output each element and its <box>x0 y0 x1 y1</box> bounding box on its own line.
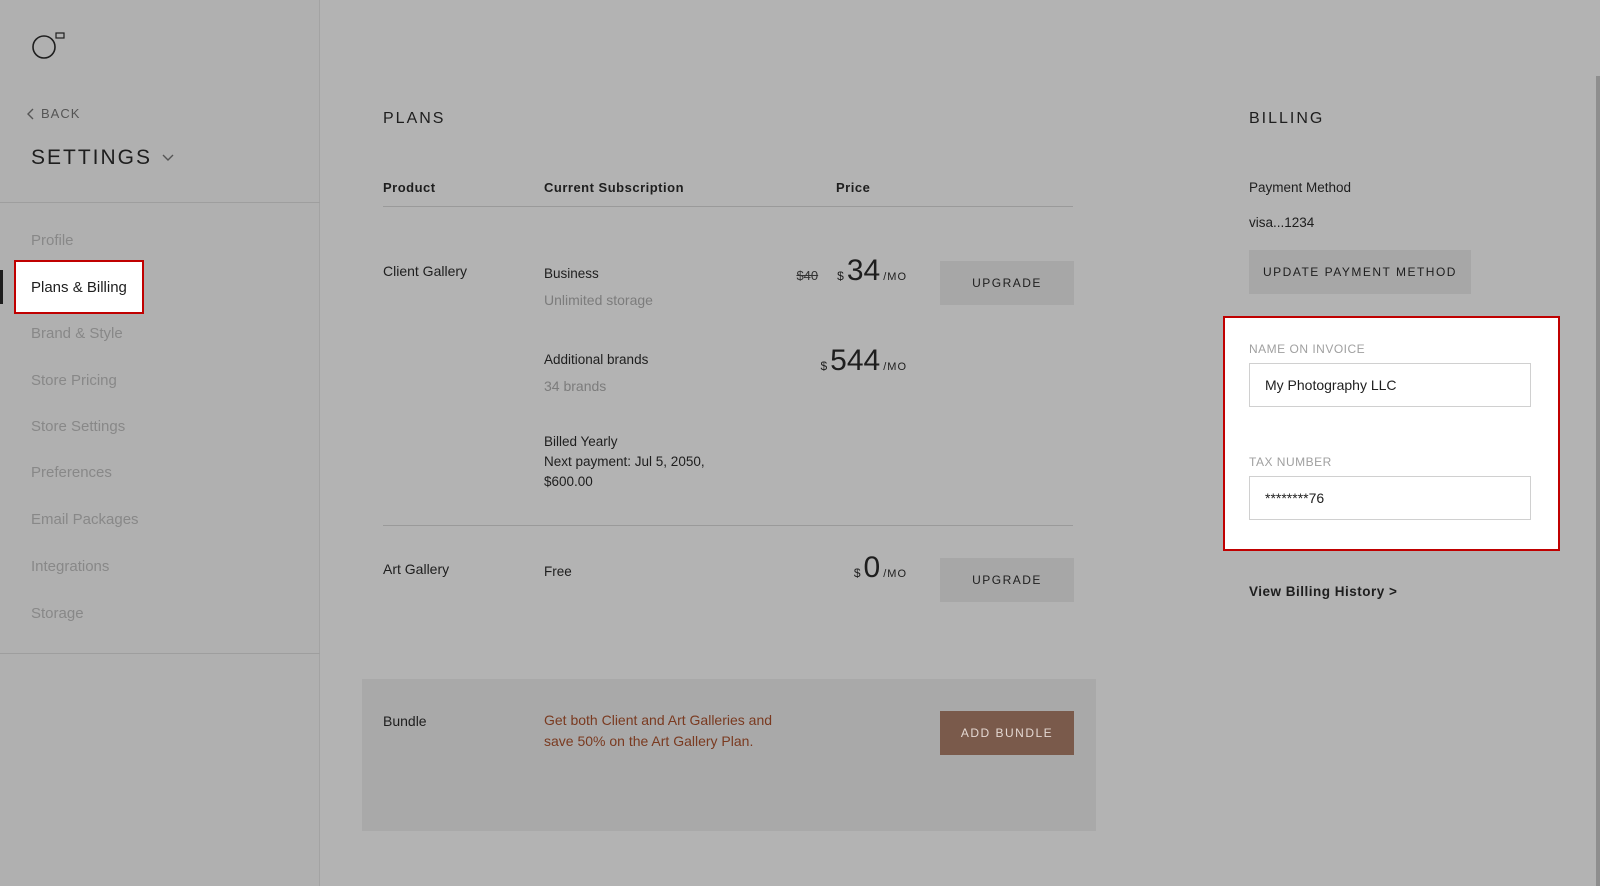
update-payment-method-button[interactable]: UPDATE PAYMENT METHOD <box>1249 250 1471 294</box>
bundle-panel <box>362 679 1096 831</box>
sidebar-divider-bottom <box>0 653 320 654</box>
sidebar-item-storage[interactable]: Storage <box>31 605 84 622</box>
client-price: 34 <box>846 254 881 287</box>
scrollbar[interactable] <box>1596 76 1600 886</box>
back-label: BACK <box>41 106 81 121</box>
tax-number-label: TAX NUMBER <box>1249 455 1332 469</box>
sidebar-item-brand-style[interactable]: Brand & Style <box>31 325 123 342</box>
product-client-gallery: Client Gallery <box>383 263 468 279</box>
next-payment-line2: $600.00 <box>544 474 593 489</box>
billing-cycle: Billed Yearly <box>544 434 618 449</box>
tax-number-input[interactable] <box>1249 476 1531 520</box>
sidebar-item-profile[interactable]: Profile <box>31 232 74 249</box>
art-plan-name: Free <box>544 564 572 579</box>
product-bundle: Bundle <box>383 713 427 729</box>
addon-detail: 34 brands <box>544 378 607 394</box>
client-plan-name: Business <box>544 266 599 281</box>
addon-price-group: $ 544 /MO <box>820 344 907 378</box>
row-divider <box>383 525 1073 526</box>
addon-period: /MO <box>883 361 907 373</box>
addon-price: 544 <box>830 344 881 377</box>
column-header-product: Product <box>383 180 436 195</box>
upgrade-client-gallery-button[interactable]: UPGRADE <box>940 261 1074 305</box>
payment-method-value: visa...1234 <box>1249 215 1315 230</box>
settings-title: SETTINGS <box>31 146 153 169</box>
name-on-invoice-input[interactable] <box>1249 363 1531 407</box>
billing-title: BILLING <box>1249 110 1325 127</box>
sidebar-item-preferences[interactable]: Preferences <box>31 464 112 481</box>
addon-name: Additional brands <box>544 352 649 367</box>
view-billing-history-link[interactable]: View Billing History > <box>1249 584 1397 599</box>
sidebar-item-email-packages[interactable]: Email Packages <box>31 511 139 528</box>
art-period: /MO <box>883 568 907 580</box>
settings-dropdown[interactable]: SETTINGS <box>31 146 174 170</box>
back-link[interactable]: BACK <box>27 106 80 121</box>
sidebar-item-integrations[interactable]: Integrations <box>31 558 109 575</box>
payment-method-label: Payment Method <box>1249 180 1352 195</box>
client-currency: $ <box>837 269 844 283</box>
name-on-invoice-label: NAME ON INVOICE <box>1249 342 1366 356</box>
sidebar: BACK SETTINGS Profile Plans & Billing Br… <box>0 0 320 886</box>
sidebar-item-store-settings[interactable]: Store Settings <box>31 418 125 435</box>
art-gallery-price: $ 0 /MO <box>854 551 907 585</box>
add-bundle-button[interactable]: ADD BUNDLE <box>940 711 1074 755</box>
client-old-price: $40 <box>796 268 819 283</box>
addon-currency: $ <box>820 359 828 373</box>
bundle-description: Get both Client and Art Galleries and sa… <box>544 712 773 749</box>
table-header-divider <box>383 206 1073 207</box>
column-header-price: Price <box>836 180 871 195</box>
product-art-gallery: Art Gallery <box>383 561 450 577</box>
active-nav-marker <box>0 270 3 304</box>
plans-title: PLANS <box>383 110 446 127</box>
art-price: 0 <box>863 551 881 584</box>
logo-icon <box>32 32 65 59</box>
client-period: /MO <box>883 271 907 283</box>
upgrade-art-gallery-button[interactable]: UPGRADE <box>940 558 1074 602</box>
chevron-left-icon <box>27 108 34 119</box>
client-plan-detail: Unlimited storage <box>544 292 653 308</box>
column-header-subscription: Current Subscription <box>544 180 685 195</box>
next-payment-line1: Next payment: Jul 5, 2050, <box>544 454 705 469</box>
sidebar-item-store-pricing[interactable]: Store Pricing <box>31 372 117 389</box>
client-gallery-price: $40 $ 34 /MO <box>796 254 907 288</box>
art-currency: $ <box>853 566 861 580</box>
chevron-down-icon <box>162 154 174 161</box>
sidebar-divider-top <box>0 202 320 203</box>
sidebar-item-plans-billing[interactable]: Plans & Billing <box>14 260 144 314</box>
